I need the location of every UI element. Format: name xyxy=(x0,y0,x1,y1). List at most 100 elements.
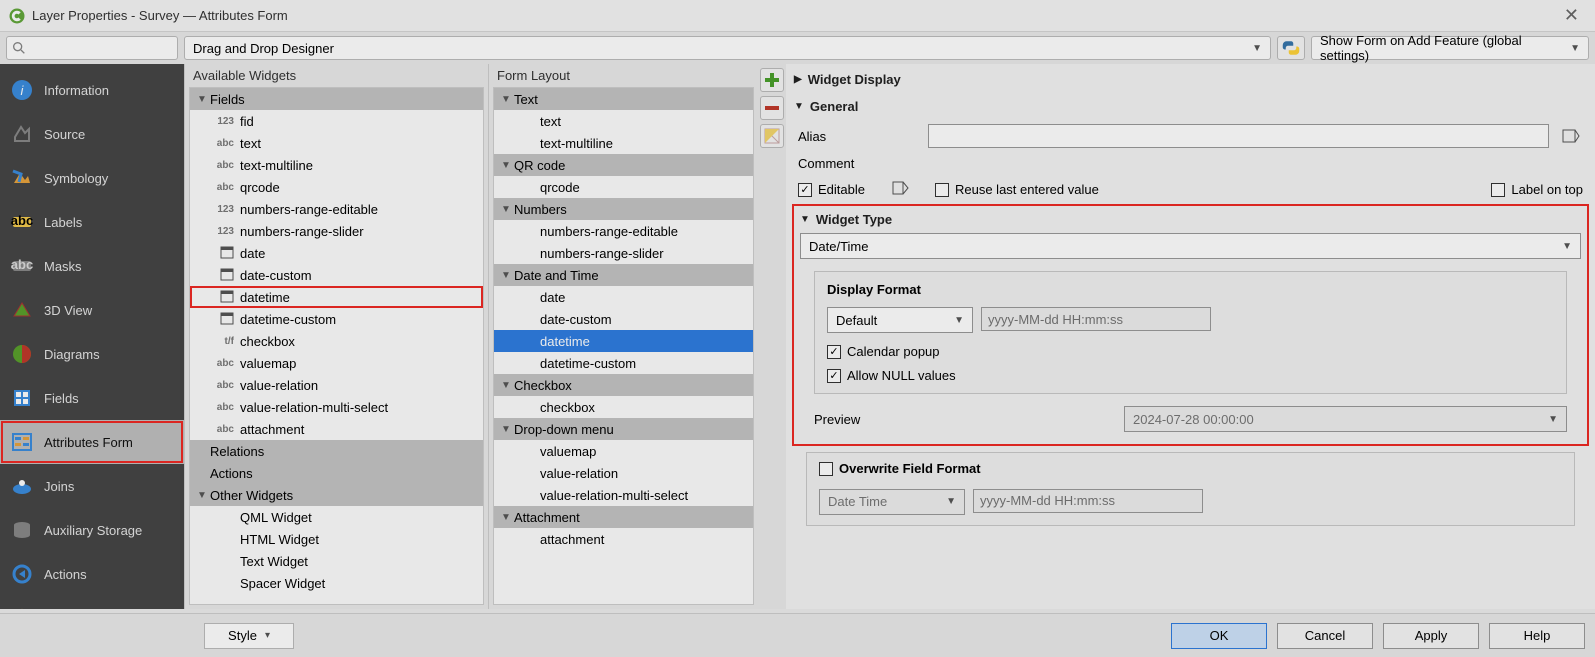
style-menu-button[interactable]: Style▾ xyxy=(204,623,294,649)
tree-group-other[interactable]: ▼Other Widgets xyxy=(190,484,483,506)
calendar-popup-label: Calendar popup xyxy=(847,344,940,359)
apply-button[interactable]: Apply xyxy=(1383,623,1479,649)
designer-mode-select[interactable]: Drag and Drop Designer ▼ xyxy=(184,36,1271,60)
remove-tab-button[interactable] xyxy=(760,96,784,120)
layout-item-date-custom[interactable]: date-custom xyxy=(494,308,753,330)
nav-item-auxiliary-storage[interactable]: Auxiliary Storage xyxy=(0,508,184,552)
ok-button[interactable]: OK xyxy=(1171,623,1267,649)
available-field-qrcode[interactable]: abcqrcode xyxy=(190,176,483,198)
invert-icon xyxy=(764,128,780,144)
nav-item-symbology[interactable]: Symbology xyxy=(0,156,184,200)
show-form-select[interactable]: Show Form on Add Feature (global setting… xyxy=(1311,36,1589,60)
widget-type-select[interactable]: Date/Time▼ xyxy=(800,233,1581,259)
nav-item-joins[interactable]: Joins xyxy=(0,464,184,508)
available-header: Available Widgets xyxy=(185,64,488,87)
layout-item-date[interactable]: date xyxy=(494,286,753,308)
layout-item-text[interactable]: text xyxy=(494,110,753,132)
available-field-datetime-custom[interactable]: datetime-custom xyxy=(190,308,483,330)
alias-input[interactable] xyxy=(928,124,1549,148)
expression-icon xyxy=(1562,127,1580,145)
override-icon xyxy=(891,179,909,197)
available-field-attachment[interactable]: abcattachment xyxy=(190,418,483,440)
layout-item-attachment[interactable]: attachment xyxy=(494,528,753,550)
available-other-spacer-widget[interactable]: Spacer Widget xyxy=(190,572,483,594)
calendar-popup-checkbox[interactable]: Calendar popup xyxy=(827,344,940,359)
widget-type-header[interactable]: ▼Widget Type xyxy=(800,206,1581,233)
editable-checkbox[interactable]: Editable xyxy=(798,182,865,197)
python-console-button[interactable] xyxy=(1277,36,1305,60)
help-button[interactable]: Help xyxy=(1489,623,1585,649)
layout-group-date-and-time[interactable]: ▼Date and Time xyxy=(494,264,753,286)
right-config-panel: ▶Widget Display ▼General Alias Comment E… xyxy=(786,64,1595,609)
available-other-qml-widget[interactable]: QML Widget xyxy=(190,506,483,528)
layout-item-qrcode[interactable]: qrcode xyxy=(494,176,753,198)
nav-item-display[interactable]: Display xyxy=(0,596,184,609)
left-nav: iInformation Source SymbologyabcLabelsabcM… xyxy=(0,64,184,609)
layout-item-datetime[interactable]: datetime xyxy=(494,330,753,352)
nav-item-actions[interactable]: Actions xyxy=(0,552,184,596)
widget-display-section[interactable]: ▶Widget Display xyxy=(792,66,1589,93)
available-widgets-panel: Available Widgets ▼Fields123fidabctextab… xyxy=(184,64,488,609)
label-on-top-checkbox[interactable]: Label on top xyxy=(1491,182,1583,197)
nav-item-3d-view[interactable]: 3D View xyxy=(0,288,184,332)
nav-item-attributes-form[interactable]: Attributes Form xyxy=(0,420,184,464)
available-field-numbers-range-slider[interactable]: 123numbers-range-slider xyxy=(190,220,483,242)
cancel-button[interactable]: Cancel xyxy=(1277,623,1373,649)
available-tree[interactable]: ▼Fields123fidabctextabctext-multilineabc… xyxy=(189,87,484,605)
layout-item-valuemap[interactable]: valuemap xyxy=(494,440,753,462)
tree-group-actions[interactable]: Actions xyxy=(190,462,483,484)
layout-group-text[interactable]: ▼Text xyxy=(494,88,753,110)
layout-item-checkbox[interactable]: checkbox xyxy=(494,396,753,418)
nav-item-labels[interactable]: abcLabels xyxy=(0,200,184,244)
allow-null-checkbox[interactable]: Allow NULL values xyxy=(827,368,956,383)
layout-item-value-relation-multi-select[interactable]: value-relation-multi-select xyxy=(494,484,753,506)
available-field-fid[interactable]: 123fid xyxy=(190,110,483,132)
available-field-checkbox[interactable]: t/fcheckbox xyxy=(190,330,483,352)
layout-item-datetime-custom[interactable]: datetime-custom xyxy=(494,352,753,374)
layout-tree[interactable]: ▼Texttexttext-multiline▼QR codeqrcode▼Nu… xyxy=(493,87,754,605)
nav-item-information[interactable]: iInformation xyxy=(0,68,184,112)
layout-item-text-multiline[interactable]: text-multiline xyxy=(494,132,753,154)
overwrite-field-format-checkbox[interactable]: Overwrite Field Format xyxy=(819,461,981,476)
available-field-datetime[interactable]: datetime xyxy=(190,286,483,308)
override-button[interactable] xyxy=(891,179,909,200)
layout-item-numbers-range-slider[interactable]: numbers-range-slider xyxy=(494,242,753,264)
available-field-value-relation[interactable]: abcvalue-relation xyxy=(190,374,483,396)
expression-button[interactable] xyxy=(1559,124,1583,148)
nav-item-fields[interactable]: Fields xyxy=(0,376,184,420)
invert-selection-button[interactable] xyxy=(760,124,784,148)
available-other-html-widget[interactable]: HTML Widget xyxy=(190,528,483,550)
display-format-input xyxy=(981,307,1211,331)
nav-label: Source xyxy=(44,127,85,142)
tree-group-relations[interactable]: Relations xyxy=(190,440,483,462)
preview-field[interactable]: 2024-07-28 00:00:00▼ xyxy=(1124,406,1567,432)
available-field-text[interactable]: abctext xyxy=(190,132,483,154)
layout-group-attachment[interactable]: ▼Attachment xyxy=(494,506,753,528)
reuse-checkbox[interactable]: Reuse last entered value xyxy=(935,182,1099,197)
nav-item-source[interactable]: Source xyxy=(0,112,184,156)
search-input[interactable] xyxy=(6,36,178,60)
available-field-date[interactable]: date xyxy=(190,242,483,264)
layout-group-drop-down-menu[interactable]: ▼Drop-down menu xyxy=(494,418,753,440)
layout-group-qr-code[interactable]: ▼QR code xyxy=(494,154,753,176)
add-tab-button[interactable] xyxy=(760,68,784,92)
display-format-select[interactable]: Default▼ xyxy=(827,307,973,333)
nav-item-diagrams[interactable]: Diagrams xyxy=(0,332,184,376)
available-other-text-widget[interactable]: Text Widget xyxy=(190,550,483,572)
general-section[interactable]: ▼General xyxy=(792,93,1589,120)
minus-icon xyxy=(764,100,780,116)
available-field-numbers-range-editable[interactable]: 123numbers-range-editable xyxy=(190,198,483,220)
close-button[interactable]: ✕ xyxy=(1556,2,1587,29)
display-format-mode: Default xyxy=(836,313,877,328)
available-field-date-custom[interactable]: date-custom xyxy=(190,264,483,286)
layout-group-checkbox[interactable]: ▼Checkbox xyxy=(494,374,753,396)
available-field-value-relation-multi-select[interactable]: abcvalue-relation-multi-select xyxy=(190,396,483,418)
layout-item-value-relation[interactable]: value-relation xyxy=(494,462,753,484)
available-field-valuemap[interactable]: abcvaluemap xyxy=(190,352,483,374)
layout-group-numbers[interactable]: ▼Numbers xyxy=(494,198,753,220)
nav-item-masks[interactable]: abcMasks xyxy=(0,244,184,288)
available-field-text-multiline[interactable]: abctext-multiline xyxy=(190,154,483,176)
editable-label: Editable xyxy=(818,182,865,197)
tree-group-fields[interactable]: ▼Fields xyxy=(190,88,483,110)
layout-item-numbers-range-editable[interactable]: numbers-range-editable xyxy=(494,220,753,242)
